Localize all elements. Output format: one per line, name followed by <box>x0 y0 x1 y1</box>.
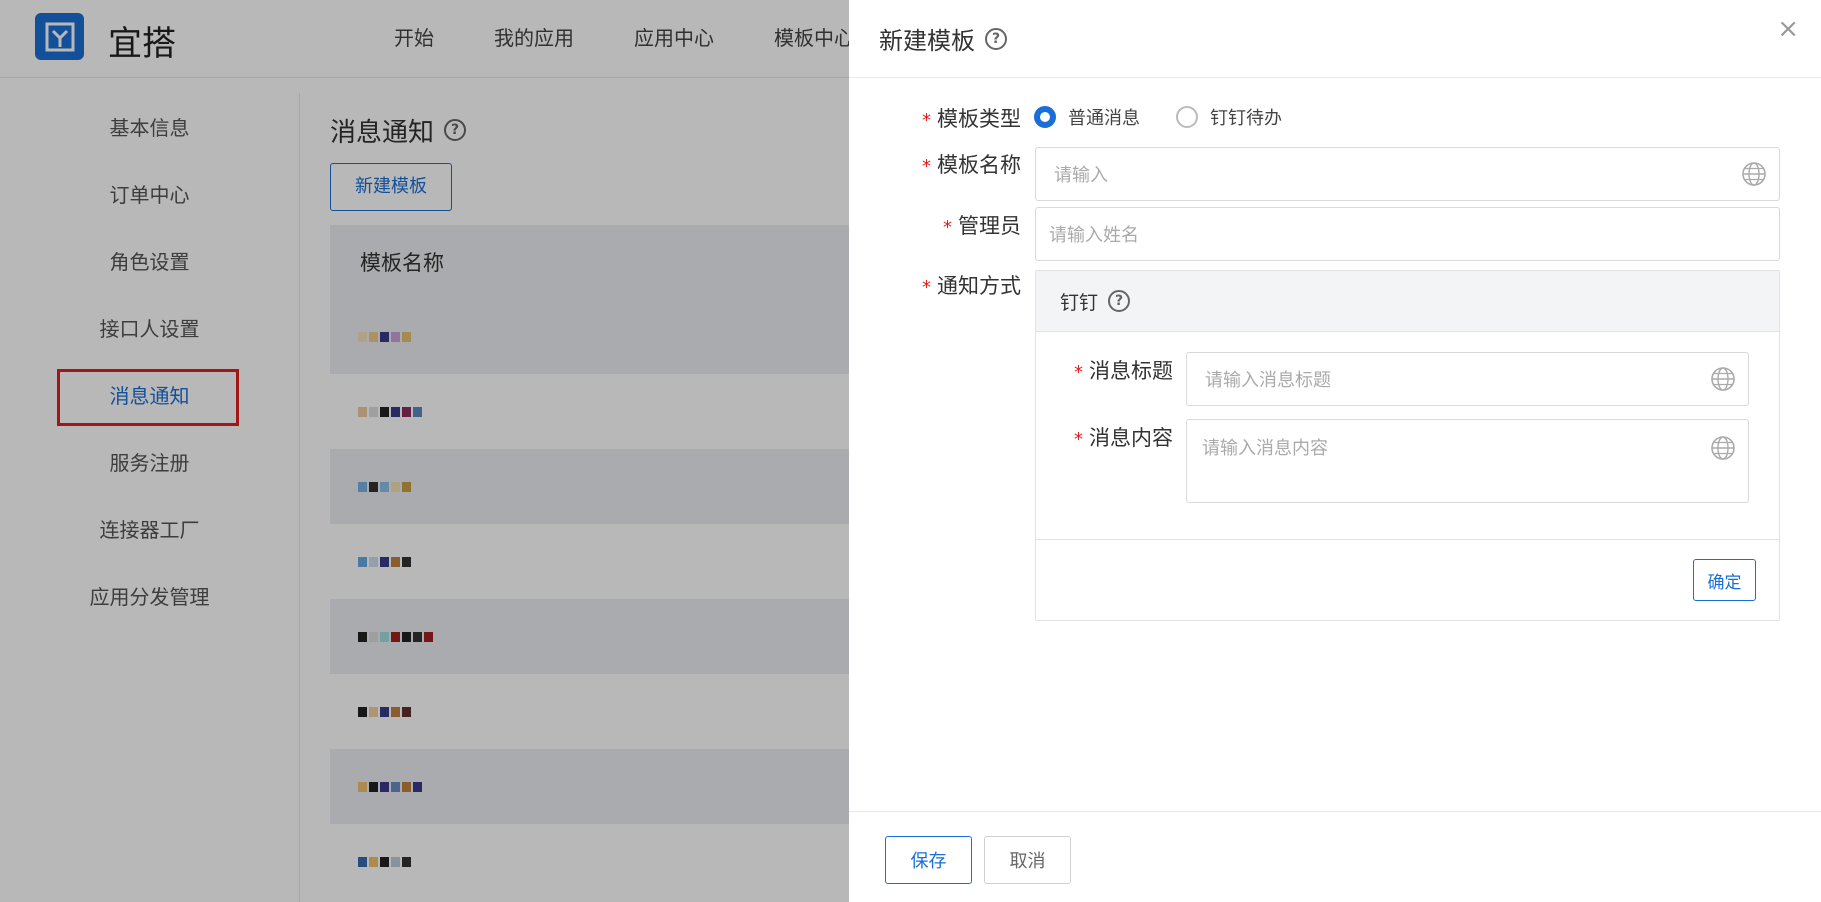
admin-row: * 管理员 <box>914 210 1021 240</box>
template-name-label: * 模板名称 <box>922 153 1021 177</box>
message-title-input[interactable]: 请输入消息标题 <box>1186 352 1749 406</box>
radio-checked-icon[interactable] <box>1034 106 1056 128</box>
template-type-label: * 模板类型 <box>922 107 1021 131</box>
notify-method-row: * 通知方式 <box>914 270 1021 300</box>
close-icon[interactable]: × <box>1777 14 1799 44</box>
radio-normal-message[interactable]: 普通消息 <box>1034 104 1140 130</box>
confirm-button[interactable]: 确定 <box>1693 559 1756 601</box>
notify-method-label: * 通知方式 <box>922 274 1021 298</box>
globe-icon[interactable] <box>1741 161 1767 187</box>
dingtalk-panel-title: 钉钉 <box>1060 291 1099 314</box>
template-name-input[interactable]: 请输入 <box>1035 147 1780 201</box>
globe-icon[interactable] <box>1710 366 1736 392</box>
radio-dingtalk-todo[interactable]: 钉钉待办 <box>1176 104 1282 130</box>
help-icon[interactable]: ? <box>1108 290 1131 312</box>
admin-label: * 管理员 <box>943 214 1021 238</box>
dingtalk-panel-footer: 确定 <box>1036 539 1779 620</box>
drawer-title: 新建模板 <box>879 27 975 55</box>
dingtalk-panel-header: 钉钉 ? <box>1036 271 1779 332</box>
admin-input[interactable]: 请输入姓名 <box>1035 207 1780 261</box>
help-icon[interactable]: ? <box>985 27 1007 50</box>
drawer-footer: 保存 取消 <box>849 811 1821 902</box>
admin-placeholder: 请输入姓名 <box>1049 225 1139 246</box>
message-content-placeholder: 请输入消息内容 <box>1202 438 1328 459</box>
message-content-textarea[interactable]: 请输入消息内容 <box>1186 419 1749 503</box>
template-type-row: * 模板类型 <box>914 103 1021 133</box>
template-name-placeholder: 请输入 <box>1054 165 1108 186</box>
message-title-label: * 消息标题 <box>1074 359 1173 383</box>
new-template-drawer: 新建模板 ? × * 模板类型 普通消息 钉钉待办 * 模板名称 请输入 * 管理员 … <box>849 0 1821 902</box>
globe-icon[interactable] <box>1710 435 1736 461</box>
cancel-button[interactable]: 取消 <box>984 836 1071 884</box>
template-name-row: * 模板名称 <box>914 149 1021 179</box>
template-type-radios: 普通消息 钉钉待办 <box>1034 104 1318 130</box>
save-button[interactable]: 保存 <box>885 836 972 884</box>
message-content-row: * 消息内容 <box>1066 422 1173 452</box>
drawer-header: 新建模板 ? <box>849 0 1821 78</box>
dingtalk-panel: 钉钉 ? * 消息标题 请输入消息标题 * 消息内容 请输入消息内容 确定 <box>1035 270 1780 621</box>
message-content-label: * 消息内容 <box>1074 426 1173 450</box>
message-title-placeholder: 请输入消息标题 <box>1205 370 1331 391</box>
message-title-row: * 消息标题 <box>1066 355 1173 385</box>
radio-unchecked-icon[interactable] <box>1176 106 1198 128</box>
